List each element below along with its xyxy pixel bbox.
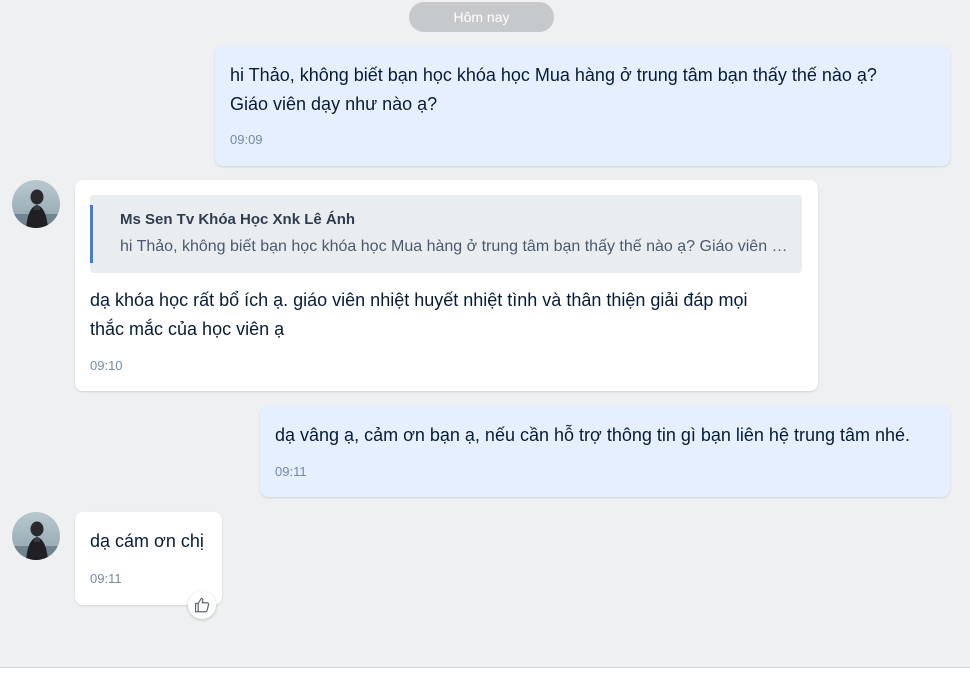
message-text-line: dạ khóa học rất bổ ích ạ. giáo viên nhiệ… xyxy=(90,290,748,310)
message-text-line: hi Thảo, không biết bạn học khóa học Mua… xyxy=(230,65,877,85)
message-time: 09:09 xyxy=(230,132,263,147)
contact-avatar[interactable] xyxy=(12,512,60,560)
thumbs-up-icon xyxy=(195,597,210,613)
composer-area[interactable] xyxy=(0,668,970,674)
reaction-button[interactable] xyxy=(188,591,216,619)
avatar-photo xyxy=(12,512,60,560)
quote-accent-bar xyxy=(90,205,93,263)
avatar-photo xyxy=(12,180,60,228)
quote-sender-name: Ms Sen Tv Khóa Học Xnk Lê Ánh xyxy=(120,211,356,228)
message-text-line: dạ vâng ạ, cảm ơn bạn ạ, nếu cần hỗ trợ … xyxy=(275,425,911,445)
quoted-message[interactable]: Ms Sen Tv Khóa Học Xnk Lê Ánh hi Thảo, k… xyxy=(90,195,802,273)
message-text-line: thắc mắc của học viên ạ xyxy=(90,319,285,339)
outgoing-message[interactable]: dạ vâng ạ, cảm ơn bạn ạ, nếu cần hỗ trợ … xyxy=(260,406,950,497)
date-divider: Hôm nay xyxy=(409,2,554,32)
outgoing-message[interactable]: hi Thảo, không biết bạn học khóa học Mua… xyxy=(215,46,950,166)
message-text-line: dạ cám ơn chị xyxy=(90,531,204,551)
contact-avatar[interactable] xyxy=(12,180,60,228)
message-time: 09:11 xyxy=(275,464,307,479)
message-time: 09:10 xyxy=(90,358,123,373)
quote-text: hi Thảo, không biết bạn học khóa học Mua… xyxy=(120,238,795,255)
message-text-line: Giáo viên dạy như nào ạ? xyxy=(230,94,438,114)
incoming-message[interactable]: Ms Sen Tv Khóa Học Xnk Lê Ánh hi Thảo, k… xyxy=(75,180,818,391)
message-time: 09:11 xyxy=(90,571,122,586)
